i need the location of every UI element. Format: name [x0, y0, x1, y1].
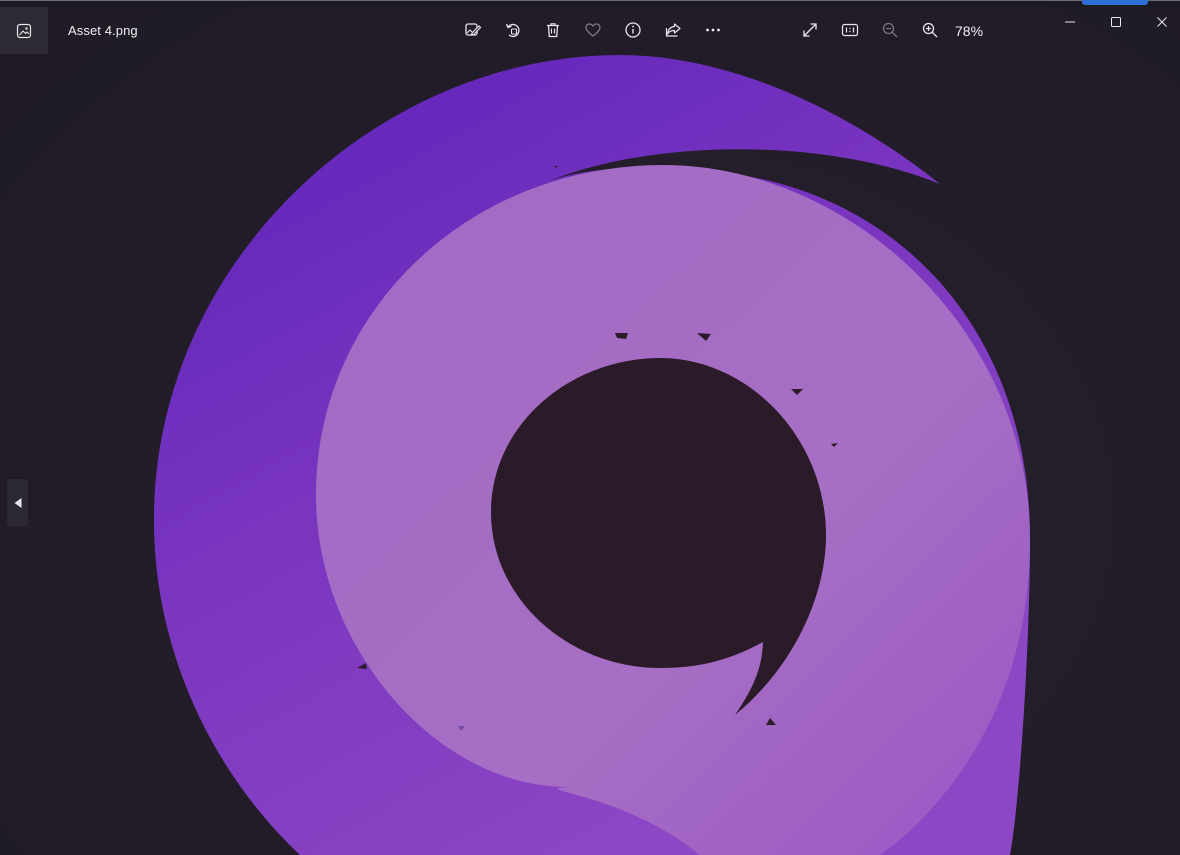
- zoom-level[interactable]: 78%: [955, 23, 983, 39]
- photos-viewer-window: Asset 4.png 78%: [0, 0, 1180, 855]
- maximize-icon: [1111, 17, 1121, 27]
- zoom-out-button[interactable]: [878, 18, 902, 42]
- fullscreen-button[interactable]: [798, 18, 822, 42]
- more-options-button[interactable]: [701, 18, 725, 42]
- info-button[interactable]: [621, 18, 645, 42]
- actual-size-icon: [841, 23, 859, 37]
- rotate-button[interactable]: [501, 18, 525, 42]
- image-canvas: [154, 55, 1030, 855]
- favorite-icon: [585, 23, 601, 37]
- rotate-icon: [505, 23, 520, 38]
- chevron-left-icon: [14, 497, 21, 508]
- share-icon: [665, 23, 681, 37]
- more-icon: [706, 28, 720, 32]
- fullscreen-icon: [803, 23, 817, 37]
- close-button[interactable]: [1150, 10, 1174, 34]
- image-gallery-icon: [16, 23, 32, 38]
- favorite-button[interactable]: [581, 18, 605, 42]
- zoom-in-icon: [922, 22, 938, 38]
- delete-button[interactable]: [541, 18, 565, 42]
- edit-image-icon: [465, 23, 482, 36]
- info-icon: [625, 22, 641, 38]
- minimize-icon: [1065, 21, 1075, 23]
- zoom-in-button[interactable]: [918, 18, 942, 42]
- edit-image-button[interactable]: [461, 18, 485, 42]
- share-button[interactable]: [661, 18, 685, 42]
- file-name: Asset 4.png: [68, 23, 138, 38]
- minimize-button[interactable]: [1058, 10, 1082, 34]
- photos-app-icon[interactable]: [0, 7, 48, 54]
- delete-icon: [547, 23, 559, 38]
- notification-badge-peek: [1082, 0, 1148, 5]
- zoom-out-icon: [882, 22, 898, 38]
- previous-image-button[interactable]: [7, 479, 28, 526]
- title-bar: Asset 4.png 78%: [0, 0, 1180, 60]
- actual-size-button[interactable]: [838, 18, 862, 42]
- window-top-edge: [0, 0, 1180, 7]
- maximize-button[interactable]: [1104, 10, 1128, 34]
- close-icon: [1157, 17, 1167, 27]
